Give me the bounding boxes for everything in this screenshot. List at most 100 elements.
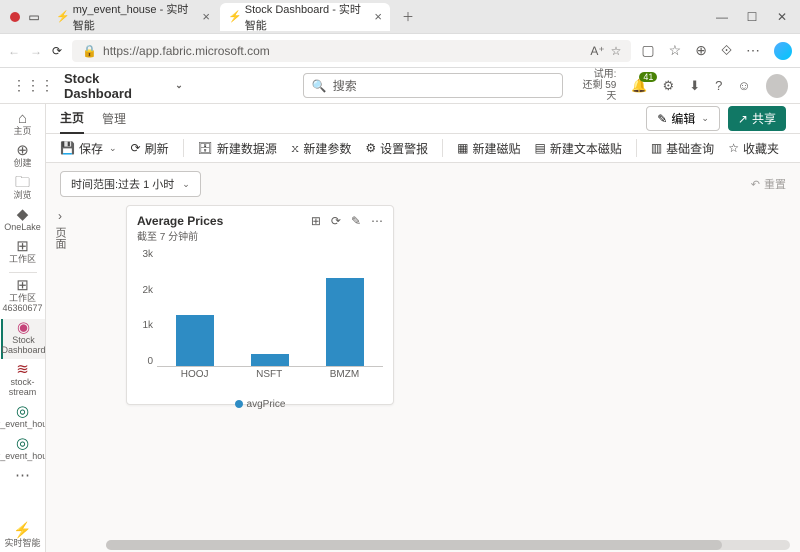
legend-swatch-icon <box>235 400 243 408</box>
save-button[interactable]: 💾保存⌄ <box>60 140 117 157</box>
reset-button[interactable]: ↶重置 <box>751 176 786 192</box>
tile-icon: ▦ <box>457 141 468 155</box>
param-icon: 𝚡 <box>291 141 299 156</box>
refresh-icon: ⟳ <box>131 141 141 155</box>
new-tab-button[interactable]: ＋ <box>392 8 424 25</box>
bar-bmzm[interactable] <box>326 278 364 367</box>
browser-tab-2-title: Stock Dashboard - 实时智能 <box>245 1 365 33</box>
main-area: 主页 管理 ✎编辑⌄ ↗共享 💾保存⌄ ⟳刷新 🗄新建数据源 𝚡新建参数 ⚙设置… <box>46 104 800 552</box>
share-button[interactable]: ↗共享 <box>728 106 786 131</box>
bar-nsft[interactable] <box>251 354 289 366</box>
minimize-icon[interactable]: — <box>716 10 728 24</box>
time-range-text: 时间范围:过去 1 小时 <box>71 176 174 192</box>
pages-panel-toggle[interactable]: › 页面 <box>52 209 68 249</box>
onelake-icon: ◆ <box>17 210 29 220</box>
set-alert-button[interactable]: ⚙设置警报 <box>365 140 428 157</box>
new-datasource-button[interactable]: 🗄新建数据源 <box>198 140 277 157</box>
rail-workspace[interactable]: ⊞工作区 <box>1 238 45 268</box>
avatar[interactable] <box>766 74 788 98</box>
extensions-icon[interactable]: ⟐ <box>721 42 732 59</box>
copilot-icon[interactable] <box>774 42 792 60</box>
close-icon[interactable]: × <box>202 9 210 24</box>
refresh-tile-icon[interactable]: ⟳ <box>331 214 341 228</box>
header-actions: 试用: 还剩 59 天 🔔 41 ⚙ ⬇ ? ☺ <box>573 69 788 102</box>
chart-legend: avgPrice <box>137 399 383 410</box>
pencil-icon: ✎ <box>657 112 667 126</box>
trial-status[interactable]: 试用: 还剩 59 天 <box>573 69 617 102</box>
new-tile-button[interactable]: ▦新建磁贴 <box>457 140 520 157</box>
help-icon[interactable]: ? <box>715 78 722 93</box>
bar-hooj[interactable] <box>176 315 214 366</box>
download-icon[interactable]: ⬇ <box>689 78 700 94</box>
star-icon[interactable]: ☆ <box>611 44 622 58</box>
new-param-button[interactable]: 𝚡新建参数 <box>291 140 351 157</box>
search-input[interactable]: 🔍 搜索 <box>303 73 563 98</box>
rail-event-house-1[interactable]: ◎my_event_house <box>1 403 45 433</box>
tab-strip-icon[interactable]: ▭ <box>26 9 42 25</box>
rail-onelake[interactable]: ◆OneLake <box>1 206 45 236</box>
edit-button[interactable]: ✎编辑⌄ <box>646 106 720 131</box>
y-axis-labels: 3k2k1k0 <box>137 249 153 367</box>
explore-icon[interactable]: ⊞ <box>311 214 321 228</box>
bolt-icon: ⚡ <box>13 526 32 536</box>
bolt-icon: ⚡ <box>228 10 242 23</box>
rail-stock-stream[interactable]: ≋stock-stream <box>1 361 45 401</box>
close-window-icon[interactable]: ✕ <box>776 10 788 24</box>
feedback-icon[interactable]: ☺ <box>737 78 750 93</box>
tile-subtitle: 截至 7 分钟前 <box>137 228 223 243</box>
tab-home[interactable]: 主页 <box>60 104 84 134</box>
page-title: Stock Dashboard <box>64 71 168 101</box>
profile-indicator-icon[interactable] <box>10 12 20 22</box>
rail-browse[interactable]: 🗀浏览 <box>1 174 45 204</box>
rail-workspace-id[interactable]: ⊞工作区 46360677 <box>1 277 45 317</box>
reader-icon[interactable]: A⁺ <box>590 44 604 58</box>
favorites-button[interactable]: ☆收藏夹 <box>728 140 779 157</box>
browser-tab-1[interactable]: ⚡ my_event_house - 实时智能 × <box>48 3 218 31</box>
workspace-icon: ⊞ <box>16 242 29 252</box>
query-icon: ▥ <box>651 141 662 155</box>
close-icon[interactable]: × <box>374 9 382 24</box>
eventhouse-icon: ◎ <box>16 407 29 417</box>
share-icon: ↗ <box>738 112 748 126</box>
collections-icon[interactable]: ⊕ <box>695 42 707 59</box>
tabs-icon[interactable]: ▢ <box>641 42 654 59</box>
rail-event-house-2[interactable]: ◎my_event_house <box>1 435 45 465</box>
time-range-picker[interactable]: 时间范围:过去 1 小时 ⌄ <box>60 171 201 197</box>
chart-tile-average-prices[interactable]: Average Prices 截至 7 分钟前 ⊞ ⟳ ✎ ⋯ 3k2k1k0 … <box>126 205 394 405</box>
browser-tab-bar: ▭ ⚡ my_event_house - 实时智能 × ⚡ Stock Dash… <box>0 0 800 34</box>
refresh-button[interactable]: ⟳刷新 <box>131 140 169 157</box>
rail-realtime[interactable]: ⚡实时智能 <box>1 522 45 552</box>
plus-circle-icon: ⊕ <box>16 146 29 156</box>
refresh-icon[interactable]: ⟳ <box>52 44 62 58</box>
back-icon[interactable]: ← <box>8 44 20 58</box>
notifications-button[interactable]: 🔔 41 <box>631 78 647 94</box>
address-bar: ← → ⟳ 🔒 https://app.fabric.microsoft.com… <box>0 34 800 68</box>
forward-icon[interactable]: → <box>30 44 42 58</box>
app-launcher-icon[interactable]: ⋮⋮⋮ <box>12 77 54 94</box>
dashboard-title-dropdown[interactable]: Stock Dashboard ⌄ <box>64 71 183 101</box>
browser-tab-2[interactable]: ⚡ Stock Dashboard - 实时智能 × <box>220 3 390 31</box>
maximize-icon[interactable]: ☐ <box>746 10 758 24</box>
scrollbar-thumb[interactable] <box>106 540 722 550</box>
new-text-tile-button[interactable]: ▤新建文本磁贴 <box>534 140 621 157</box>
dashboard-canvas[interactable]: › 页面 Average Prices 截至 7 分钟前 ⊞ ⟳ ✎ ⋯ <box>46 197 800 552</box>
home-icon: ⌂ <box>18 114 27 124</box>
rail-more[interactable]: ⋯ <box>1 467 45 487</box>
rail-home[interactable]: ⌂主页 <box>1 110 45 140</box>
edit-tile-icon[interactable]: ✎ <box>351 214 361 228</box>
settings-icon[interactable]: ⚙ <box>663 78 675 94</box>
tab-manage[interactable]: 管理 <box>102 104 126 133</box>
left-rail: ⌂主页 ⊕创建 🗀浏览 ◆OneLake ⊞工作区 ⊞工作区 46360677 … <box>0 104 46 552</box>
app-header: ⋮⋮⋮ Stock Dashboard ⌄ 🔍 搜索 试用: 还剩 59 天 🔔… <box>0 68 800 104</box>
rail-stock-dashboard[interactable]: ◉Stock Dashboard <box>1 319 45 359</box>
window-controls: — ☐ ✕ <box>716 10 796 24</box>
stream-icon: ≋ <box>16 365 29 375</box>
rail-create[interactable]: ⊕创建 <box>1 142 45 172</box>
favorites-icon[interactable]: ☆ <box>669 42 682 59</box>
base-query-button[interactable]: ▥基础查询 <box>651 140 714 157</box>
more-icon[interactable]: ⋯ <box>746 42 760 59</box>
horizontal-scrollbar[interactable] <box>106 540 790 550</box>
url-input[interactable]: 🔒 https://app.fabric.microsoft.com A⁺ ☆ <box>72 40 631 62</box>
chart-plot <box>157 249 383 367</box>
more-tile-icon[interactable]: ⋯ <box>371 214 383 228</box>
